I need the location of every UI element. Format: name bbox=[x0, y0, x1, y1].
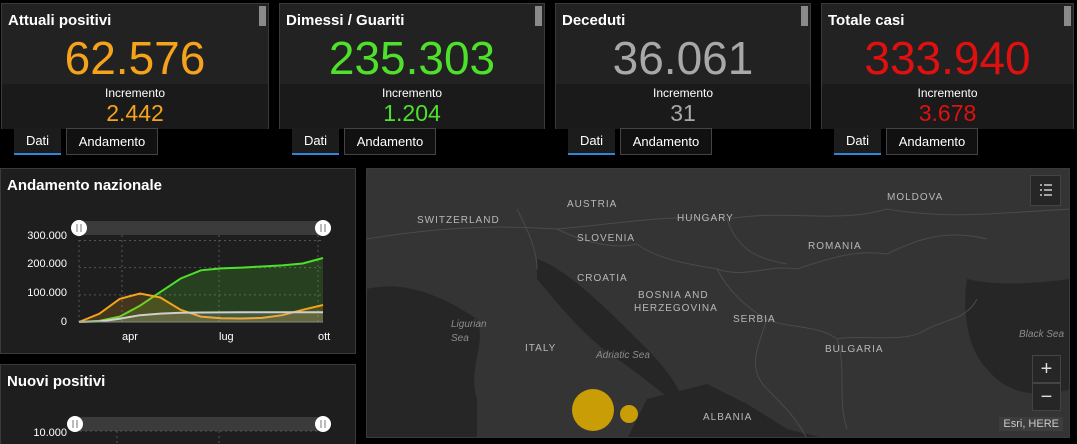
range-slider-handle-right[interactable] bbox=[315, 416, 331, 432]
stat-card-totale: Totale casi 333.940 Incremento 3.678 bbox=[821, 3, 1074, 129]
stat-card-deceduti: Deceduti 36.061 Incremento 31 bbox=[555, 3, 811, 129]
stat-increment-box: Incremento 2.442 bbox=[2, 84, 268, 129]
map-label-sea: Ligurian bbox=[451, 319, 487, 330]
map-label-country: BOSNIA AND bbox=[638, 290, 709, 301]
map-label-country: SLOVENIA bbox=[577, 233, 636, 244]
range-slider-handle-left[interactable] bbox=[71, 220, 87, 236]
tab-andamento[interactable]: Andamento bbox=[66, 128, 158, 155]
tab-andamento[interactable]: Andamento bbox=[620, 128, 712, 155]
legend-list-button[interactable] bbox=[1030, 175, 1061, 206]
nuovi-panel: Nuovi positivi 10.000 bbox=[0, 364, 356, 444]
tab-dati[interactable]: Dati bbox=[292, 128, 339, 155]
stat-value: 333.940 bbox=[864, 32, 1031, 84]
tab-dati[interactable]: Dati bbox=[834, 128, 881, 155]
increment-value: 31 bbox=[670, 100, 696, 126]
trend-panel: Andamento nazionale 300.000 200.000 100.… bbox=[0, 168, 356, 354]
increment-value: 1.204 bbox=[383, 100, 441, 126]
stat-title: Totale casi bbox=[828, 12, 905, 29]
map-label-sea: Black Sea bbox=[1019, 329, 1065, 340]
stat-card-attuali: Attuali positivi 62.576 Incremento 2.442 bbox=[1, 3, 269, 129]
tab-dati[interactable]: Dati bbox=[568, 128, 615, 155]
map-label-country: MOLDOVA bbox=[887, 192, 944, 203]
map-label-sea: Sea bbox=[451, 333, 469, 344]
map-label-country: SWITZERLAND bbox=[417, 215, 500, 226]
range-slider-track bbox=[75, 417, 325, 431]
stat-title: Deceduti bbox=[562, 12, 626, 29]
tab-andamento[interactable]: Andamento bbox=[886, 128, 978, 155]
map-view[interactable]: AUSTRIA HUNGARY MOLDOVA SWITZERLAND SLOV… bbox=[366, 168, 1070, 438]
trend-chart bbox=[71, 220, 331, 323]
map-attribution: Esri, HERE bbox=[999, 417, 1063, 431]
map-label-country: ITALY bbox=[525, 343, 557, 354]
stat-increment-box: Incremento 3.678 bbox=[822, 84, 1073, 129]
map-label-country: AUSTRIA bbox=[567, 199, 618, 210]
tab-andamento[interactable]: Andamento bbox=[344, 128, 436, 155]
map-label-country: SERBIA bbox=[733, 314, 776, 325]
map-label-country: HUNGARY bbox=[677, 213, 734, 224]
case-bubble-small[interactable] bbox=[620, 405, 638, 423]
case-bubble-large[interactable] bbox=[572, 389, 614, 431]
scrollbar[interactable] bbox=[259, 6, 266, 26]
list-icon bbox=[1040, 184, 1052, 196]
map-label-country: BULGARIA bbox=[825, 344, 884, 355]
scrollbar[interactable] bbox=[1064, 6, 1071, 26]
map-label-country: ALBANIA bbox=[703, 412, 753, 423]
stat-title: Attuali positivi bbox=[8, 12, 112, 29]
stat-increment-box: Incremento 1.204 bbox=[280, 84, 544, 129]
stat-value: 235.303 bbox=[328, 32, 496, 84]
nuovi-chart bbox=[67, 416, 331, 444]
increment-label: Incremento bbox=[917, 86, 978, 100]
stat-value: 36.061 bbox=[612, 32, 754, 84]
stat-title: Dimessi / Guariti bbox=[286, 12, 405, 29]
map-label-country: HERZEGOVINA bbox=[634, 303, 718, 314]
increment-value: 2.442 bbox=[106, 100, 164, 126]
tab-dati[interactable]: Dati bbox=[14, 128, 61, 155]
increment-label: Incremento bbox=[652, 86, 714, 100]
range-slider-handle-right[interactable] bbox=[315, 220, 331, 236]
map-label-sea: Adriatic Sea bbox=[596, 350, 650, 361]
scrollbar[interactable] bbox=[801, 6, 808, 26]
stat-value: 62.576 bbox=[64, 32, 206, 84]
zoom-out-button[interactable]: − bbox=[1032, 383, 1061, 411]
range-slider-handle-left[interactable] bbox=[67, 416, 83, 432]
increment-label: Incremento bbox=[104, 86, 166, 100]
stat-increment-box: Incremento 31 bbox=[556, 84, 810, 129]
map-label-country: ROMANIA bbox=[808, 241, 862, 252]
map-label-country: CROATIA bbox=[577, 273, 628, 284]
stat-card-dimessi: Dimessi / Guariti 235.303 Incremento 1.2… bbox=[279, 3, 545, 129]
range-slider-track bbox=[79, 221, 323, 235]
increment-label: Incremento bbox=[381, 86, 443, 100]
zoom-in-button[interactable]: + bbox=[1032, 355, 1061, 383]
map-basemap bbox=[367, 208, 1069, 437]
scrollbar[interactable] bbox=[535, 6, 542, 26]
increment-value: 3.678 bbox=[918, 100, 977, 126]
